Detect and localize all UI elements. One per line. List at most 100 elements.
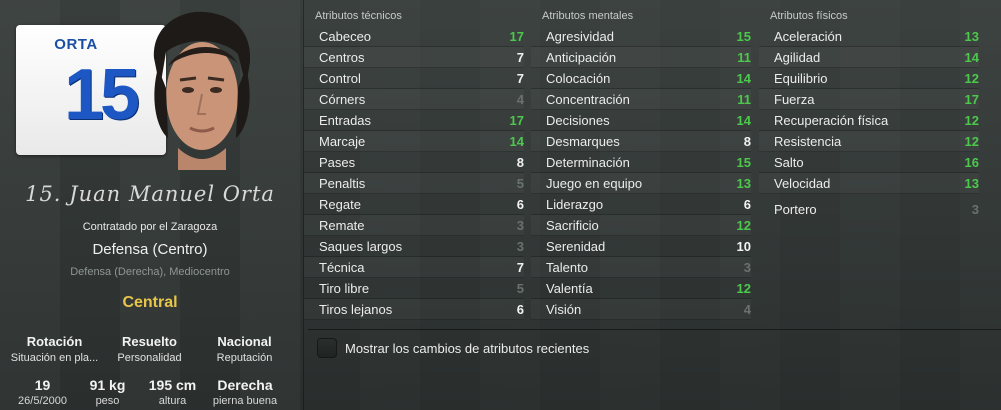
weight: 91 kg peso [75,377,140,407]
mental-attribute-row[interactable]: Anticipación 11 [531,47,751,68]
mental-attribute-row[interactable]: Colocación 14 [531,68,751,89]
attribute-name: Juego en equipo [546,175,643,191]
attribute-value: 13 [964,175,979,191]
attribute-name: Centros [319,49,365,65]
attribute-name: Agresividad [546,28,614,44]
attribute-name: Colocación [546,70,611,86]
reputation[interactable]: Nacional Reputación [197,334,292,364]
attribute-value: 14 [964,49,979,65]
goalkeeper-rating-row[interactable]: Portero 3 [759,199,979,220]
technical-attribute-row[interactable]: Marcaje 14 [304,131,524,152]
attribute-value: 16 [964,154,979,170]
mental-attribute-row[interactable]: Agresividad 15 [531,26,751,47]
attribute-name: Decisiones [546,112,610,128]
attribute-name: Concentración [546,91,630,107]
weight-label: peso [95,395,120,407]
age: 19 26/5/2000 [10,377,75,407]
attribute-name: Tiros lejanos [319,301,393,317]
attribute-value: 13 [964,28,979,44]
attribute-name: Valentía [546,280,593,296]
technical-attribute-row[interactable]: Centros 7 [304,47,524,68]
attribute-name: Regate [319,196,361,212]
attribute-value: 3 [971,202,979,217]
player-signature: 15. Juan Manuel Orta [25,182,275,206]
height-value: 195 cm [148,377,197,393]
attribute-name: Remate [319,217,365,233]
technical-attribute-row[interactable]: Cabeceo 17 [304,26,524,47]
mental-attributes-column: Atributos mentales Agresividad 15 Anticipa… [531,0,751,320]
attribute-name: Pases [319,154,356,170]
technical-attribute-row[interactable]: Córners 4 [304,89,524,110]
personality[interactable]: Resuelto Personalidad [102,334,197,364]
height: 195 cm altura [140,377,205,407]
attribute-value: 3 [516,238,524,254]
mental-attribute-row[interactable]: Sacrificio 12 [531,215,751,236]
recent-changes-toggle[interactable]: Mostrar los cambios de atributos recient… [317,338,589,358]
mental-attribute-row[interactable]: Talento 3 [531,257,751,278]
attribute-value: 10 [736,238,751,254]
attribute-value: 17 [509,112,524,128]
mental-attribute-row[interactable]: Valentía 12 [531,278,751,299]
height-label: altura [158,395,187,407]
technical-attribute-row[interactable]: Entradas 17 [304,110,524,131]
mental-attribute-row[interactable]: Desmarques 8 [531,131,751,152]
physical-attribute-row[interactable]: Salto 16 [759,152,979,173]
technical-attribute-row[interactable]: Saques largos 3 [304,236,524,257]
attribute-name: Determinación [546,154,630,170]
physical-attribute-row[interactable]: Aceleración 13 [759,26,979,47]
preferred-foot: Derecha pierna buena [205,377,285,407]
player-role[interactable]: Central [0,294,300,312]
technical-attribute-row[interactable]: Técnica 7 [304,257,524,278]
mental-attribute-row[interactable]: Decisiones 14 [531,110,751,131]
attribute-name: Talento [546,259,588,275]
technical-attribute-row[interactable]: Control 7 [304,68,524,89]
shirt-name: ORTA [54,36,98,53]
attribute-value: 7 [516,49,524,65]
mental-attribute-row[interactable]: Serenidad 10 [531,236,751,257]
attribute-name: Marcaje [319,133,366,149]
attribute-value: 7 [516,259,524,275]
technical-attribute-row[interactable]: Tiros lejanos 6 [304,299,524,320]
attribute-value: 12 [964,133,979,149]
physical-attribute-row[interactable]: Equilibrio 12 [759,68,979,89]
physical-attribute-row[interactable]: Recuperación física 12 [759,110,979,131]
recent-changes-label[interactable]: Mostrar los cambios de atributos recient… [345,341,589,356]
technical-attribute-row[interactable]: Remate 3 [304,215,524,236]
physical-attribute-row[interactable]: Agilidad 14 [759,47,979,68]
attribute-value: 12 [964,112,979,128]
technical-attribute-row[interactable]: Penaltis 5 [304,173,524,194]
attribute-name: Anticipación [546,49,617,65]
contract-status: Contratado por el Zaragoza [82,221,218,233]
mental-attribute-row[interactable]: Visión 4 [531,299,751,320]
technical-attribute-row[interactable]: Regate 6 [304,194,524,215]
attribute-name: Agilidad [774,49,821,65]
mental-attribute-row[interactable]: Juego en equipo 13 [531,173,751,194]
recent-changes-checkbox[interactable] [317,338,337,358]
attribute-value: 14 [509,133,524,149]
physical-attribute-row[interactable]: Velocidad 13 [759,173,979,194]
personality-value: Resuelto [122,334,177,349]
squad-status[interactable]: Rotación Situación en pla... [7,334,102,364]
attribute-value: 4 [743,301,751,317]
reputation-label: Reputación [216,352,273,364]
player-portrait [153,11,251,170]
physical-attribute-row[interactable]: Fuerza 17 [759,89,979,110]
squad-status-label: Situación en pla... [10,352,99,364]
attribute-value: 14 [736,112,751,128]
attribute-name: Visión [546,301,582,317]
physical-attribute-row[interactable]: Resistencia 12 [759,131,979,152]
attribute-name: Penaltis [319,175,366,191]
technical-attribute-row[interactable]: Pases 8 [304,152,524,173]
attribute-name: Recuperación física [774,112,889,128]
mental-attribute-row[interactable]: Concentración 11 [531,89,751,110]
attribute-value: 4 [516,91,524,107]
reputation-value: Nacional [217,334,272,349]
divider [308,329,1001,330]
status-info-row: Rotación Situación en pla... Resuelto Pe… [0,334,300,364]
technical-attribute-row[interactable]: Tiro libre 5 [304,278,524,299]
mental-attribute-row[interactable]: Determinación 15 [531,152,751,173]
mental-attribute-row[interactable]: Liderazgo 6 [531,194,751,215]
attribute-name: Cabeceo [319,28,372,44]
attribute-name: Resistencia [774,133,842,149]
attribute-value: 11 [737,91,751,107]
